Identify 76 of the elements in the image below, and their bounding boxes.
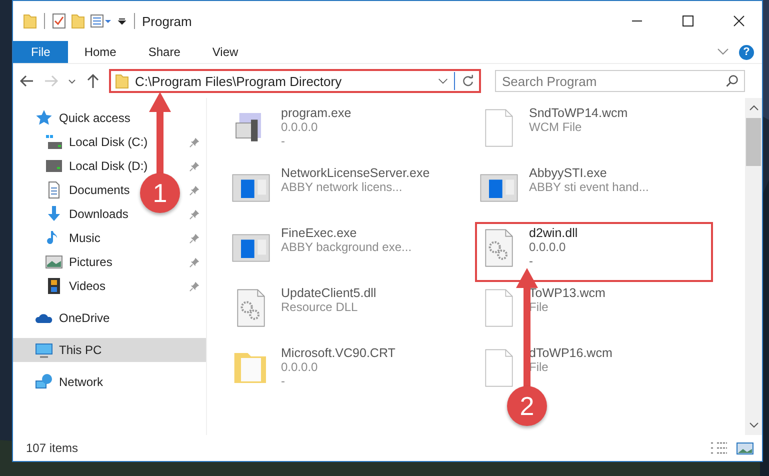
pin-icon[interactable] xyxy=(189,136,200,148)
folder-icon xyxy=(115,73,129,89)
download-icon xyxy=(45,205,63,223)
thumbnail-view-icon[interactable] xyxy=(736,441,754,455)
close-icon[interactable] xyxy=(733,15,745,27)
file-name: d2win.dll xyxy=(529,226,578,240)
search-field[interactable]: Search Program xyxy=(495,70,745,92)
pin-icon[interactable] xyxy=(189,208,200,220)
file-name: program.exe xyxy=(281,106,352,120)
file-detail: - xyxy=(281,134,286,148)
file-name: FineExec.exe xyxy=(281,226,358,240)
details-view-icon[interactable] xyxy=(710,441,728,455)
file-detail: WCM File xyxy=(529,120,583,134)
file-detail: ABBY network licens... xyxy=(281,180,404,194)
file-detail: - xyxy=(529,254,534,268)
up-icon[interactable] xyxy=(85,73,101,89)
scrollbar-thumb[interactable] xyxy=(746,118,761,166)
pin-icon[interactable] xyxy=(189,280,200,292)
sidebar-item[interactable]: Network xyxy=(13,370,110,394)
file-item[interactable]: AbbyySTI.exe ABBY sti event hand... xyxy=(475,162,713,222)
computer-icon xyxy=(35,341,53,359)
sidebar-item[interactable]: Downloads xyxy=(13,202,134,226)
file-name: AbbyySTI.exe xyxy=(529,166,608,180)
file-name: NetworkLicenseServer.exe xyxy=(281,166,430,180)
file-name: ToWP13.wcm xyxy=(529,286,606,300)
sidebar-item[interactable]: Documents xyxy=(13,178,136,202)
network-icon xyxy=(35,373,53,391)
picture-icon xyxy=(45,253,63,271)
star-icon xyxy=(35,109,53,127)
checklist-icon[interactable] xyxy=(52,13,66,29)
chevron-icon[interactable] xyxy=(438,78,448,84)
file-name: SndToWP14.wcm xyxy=(529,106,628,120)
file-item[interactable]: program.exe 0.0.0.0 - xyxy=(227,102,465,162)
file-detail: Resource DLL xyxy=(281,300,359,314)
file-detail: 0.0.0.0 xyxy=(281,120,319,134)
pin-icon[interactable] xyxy=(189,256,200,268)
item-count: 107 items xyxy=(26,441,78,455)
file-item[interactable]: SndToWP14.wcm WCM File xyxy=(475,102,713,162)
help-button[interactable]: ? xyxy=(739,44,754,60)
sidebar-item[interactable]: Local Disk (C:) xyxy=(13,130,154,154)
sidebar-item[interactable]: OneDrive xyxy=(13,306,116,330)
sidebar-item[interactable]: Music xyxy=(13,226,106,250)
file-detail: - xyxy=(281,374,286,388)
search-icon[interactable] xyxy=(725,74,739,88)
refresh-icon[interactable] xyxy=(461,74,475,88)
file-item[interactable]: Microsoft.VC90.CRT 0.0.0.0 - xyxy=(227,342,465,402)
scroll-down-icon[interactable] xyxy=(748,421,758,429)
file-name: UpdateClient5.dll xyxy=(281,286,376,300)
drive-icon xyxy=(45,157,63,175)
sidebar-item[interactable]: Quick access xyxy=(13,106,136,130)
pin-icon[interactable] xyxy=(189,232,200,244)
chevron-icon[interactable] xyxy=(717,48,729,56)
film-icon xyxy=(45,277,63,295)
back-icon[interactable] xyxy=(19,73,35,89)
file-item[interactable]: FineExec.exe ABBY background exe... xyxy=(227,222,465,282)
file-detail: 0.0.0.0 xyxy=(529,240,567,254)
sidebar-item[interactable]: Videos xyxy=(13,274,112,298)
pin-icon[interactable] xyxy=(189,160,200,172)
file-name: dToWP16.wcm xyxy=(529,346,612,360)
sidebar-item[interactable]: This PC xyxy=(13,338,206,362)
ribbon-tab[interactable]: File xyxy=(13,41,68,63)
scroll-up-icon[interactable] xyxy=(748,104,758,112)
address-field[interactable]: C:\Program Files\Program Directory xyxy=(109,69,481,93)
file-item[interactable]: d2win.dll 0.0.0.0 - xyxy=(475,222,713,282)
file-item[interactable]: NetworkLicenseServer.exe ABBY network licens... xyxy=(227,162,465,222)
file-item[interactable]: UpdateClient5.dll Resource DLL xyxy=(227,282,465,342)
file-name: Microsoft.VC90.CRT xyxy=(281,346,396,360)
file-detail: ABBY sti event hand... xyxy=(529,180,649,194)
properties-icon[interactable] xyxy=(90,13,112,29)
file-detail: 0.0.0.0 xyxy=(281,360,319,374)
window-title: Program xyxy=(142,14,192,28)
sidebar-item[interactable]: Pictures xyxy=(13,250,118,274)
file-detail: ABBY background exe... xyxy=(281,240,412,254)
maximize-icon[interactable] xyxy=(682,15,694,27)
pin-icon[interactable] xyxy=(189,184,200,196)
drive-icon xyxy=(45,133,63,151)
